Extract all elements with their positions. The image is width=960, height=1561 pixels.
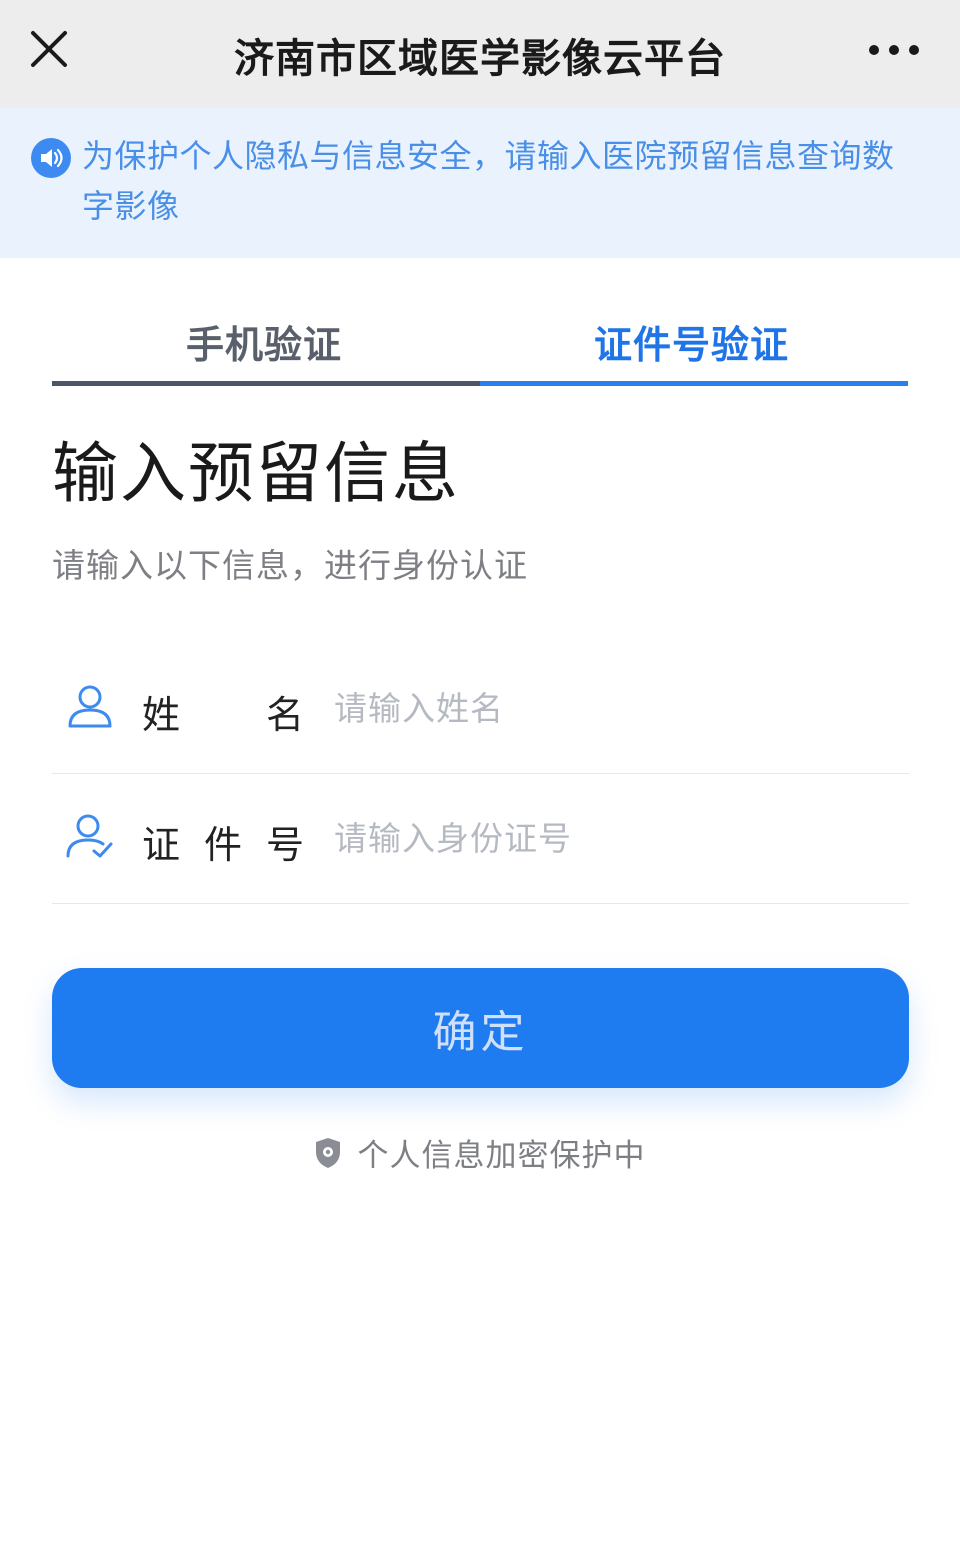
verification-tabs: 手机验证 证件号验证 [52, 296, 909, 386]
tab-active-indicator [480, 381, 908, 386]
speaker-icon [31, 138, 71, 178]
secure-note-text: 个人信息加密保护中 [357, 1138, 646, 1174]
id-label-char: 证 [142, 823, 181, 867]
shield-icon [316, 1137, 341, 1168]
form-subheading: 请输入以下信息，进行身份认证 [52, 546, 528, 585]
tab-phone-verification[interactable]: 手机验证 [52, 296, 480, 386]
page-title: 济南市区域医学影像云平台 [234, 36, 726, 82]
more-icon [869, 45, 919, 55]
id-number-input[interactable] [334, 810, 894, 866]
name-label-char: 姓 [142, 693, 181, 737]
user-verified-icon [66, 814, 113, 858]
privacy-notice-text: 为保护个人隐私与信息安全，请输入医院预留信息查询数字影像 [82, 137, 895, 225]
id-label-char: 号 [266, 823, 305, 867]
more-button[interactable] [862, 30, 926, 70]
secure-note: 个人信息加密保护中 [0, 1130, 960, 1174]
tab-underline [52, 381, 480, 386]
id-field-row: 证 件 号 [52, 774, 909, 904]
tab-label: 手机验证 [186, 323, 343, 367]
confirm-button[interactable]: 确定 [52, 968, 909, 1088]
id-label-char: 件 [204, 823, 243, 867]
user-icon [68, 685, 112, 728]
tab-label: 证件号验证 [594, 323, 790, 367]
form-heading: 输入预留信息 [52, 435, 460, 512]
name-label-char: 名 [266, 693, 305, 737]
tab-id-verification[interactable]: 证件号验证 [480, 296, 908, 386]
name-field-row: 姓 名 [52, 644, 909, 774]
title-bar: 济南市区域医学影像云平台 [0, 0, 960, 108]
name-input[interactable] [334, 680, 894, 736]
